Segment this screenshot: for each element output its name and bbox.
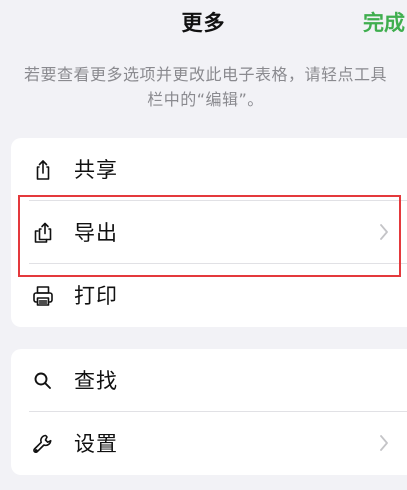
search-icon <box>31 369 55 393</box>
find-label: 查找 <box>74 369 118 393</box>
wrench-icon <box>31 432 55 456</box>
tools-group: 查找 设置 <box>11 349 407 475</box>
find-row[interactable]: 查找 <box>11 349 407 412</box>
export-row[interactable]: 导出 <box>11 201 407 264</box>
print-label: 打印 <box>74 284 118 308</box>
export-icon <box>31 221 55 245</box>
printer-icon <box>31 284 55 308</box>
edit-hint-text: 若要查看更多选项并更改此电子表格，请轻点工具栏中的“编辑”。 <box>23 65 387 109</box>
chevron-right-icon <box>379 223 389 241</box>
share-label: 共享 <box>74 158 118 182</box>
share-row[interactable]: 共享 <box>11 138 407 201</box>
settings-row[interactable]: 设置 <box>11 412 407 475</box>
share-icon <box>31 158 55 182</box>
chevron-right-icon <box>379 434 389 452</box>
navigation-bar: 更多 完成 <box>0 0 407 44</box>
done-button[interactable]: 完成 <box>363 7 405 37</box>
page-title: 更多 <box>181 11 226 35</box>
settings-label: 设置 <box>74 432 118 456</box>
export-label: 导出 <box>74 221 118 245</box>
actions-group: 共享 导出 打印 <box>11 138 407 327</box>
print-row[interactable]: 打印 <box>11 264 407 327</box>
